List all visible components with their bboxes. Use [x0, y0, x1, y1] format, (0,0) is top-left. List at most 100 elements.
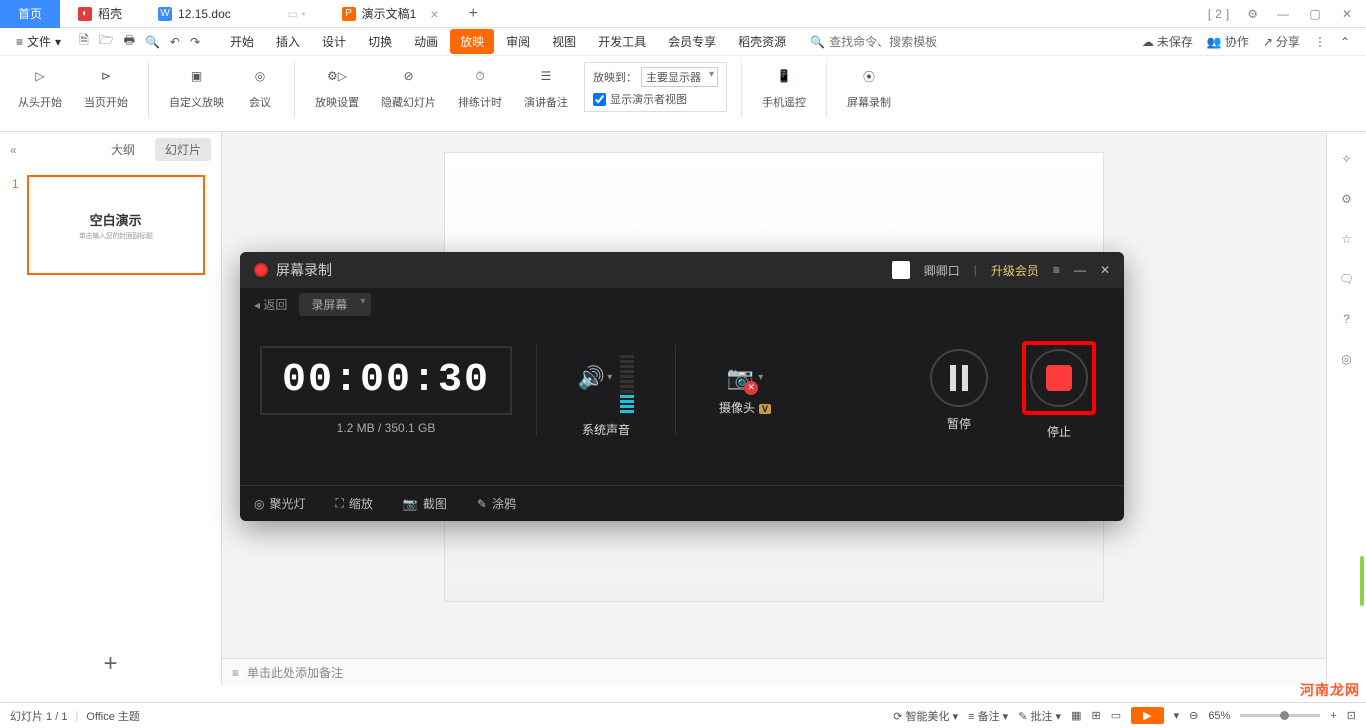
zoom-tool[interactable]: ⛶ 缩放 — [336, 495, 373, 512]
ribbon-speaker-notes[interactable]: ☰演讲备注 — [518, 62, 574, 110]
spotlight-tool[interactable]: ◎ 聚光灯 — [254, 495, 306, 512]
audio-meter — [620, 343, 634, 413]
redo-icon[interactable]: ↷ — [190, 35, 200, 49]
rec-minimize-icon[interactable]: — — [1074, 263, 1086, 277]
more-icon[interactable]: ⋮ — [1314, 35, 1326, 49]
ribbon-show-settings[interactable]: ⚙▷放映设置 — [309, 62, 365, 110]
ribbon-from-beginning[interactable]: ▷从头开始 — [12, 62, 68, 110]
ribbon-from-current[interactable]: ⊳当页开始 — [78, 62, 134, 110]
share-button[interactable]: ↗ 分享 — [1263, 33, 1300, 50]
undo-icon[interactable]: ↶ — [170, 35, 180, 49]
rec-close-icon[interactable]: ✕ — [1100, 263, 1110, 277]
stop-control[interactable]: 停止 — [1014, 341, 1104, 440]
stop-button[interactable] — [1030, 349, 1088, 407]
preview-icon[interactable]: 🔍 — [145, 35, 160, 49]
comments-toggle[interactable]: ✎ 批注 ▾ — [1018, 708, 1061, 724]
ribbon-screen-record[interactable]: ⦿屏幕录制 — [841, 62, 897, 110]
collapse-panel-icon[interactable]: « — [10, 143, 17, 157]
upgrade-link[interactable]: 升级会员 — [991, 262, 1039, 279]
slideshow-button[interactable]: ▶ — [1131, 707, 1163, 724]
command-search[interactable]: 🔍 — [810, 35, 939, 49]
rec-titlebar[interactable]: 屏幕录制 卿卿口 | 升级会员 ≡ — ✕ — [240, 252, 1124, 288]
rail-tool-5[interactable]: ? — [1343, 312, 1350, 326]
menu-right: ☁ 未保存 👥 协作 ↗ 分享 ⋮ ⌃ — [1142, 33, 1356, 50]
menu-tab-design[interactable]: 设计 — [312, 29, 356, 54]
fit-icon[interactable]: ⊡ — [1347, 709, 1356, 722]
beautify-button[interactable]: ⟳ 智能美化 ▾ — [893, 708, 958, 724]
record-mode-select[interactable]: 录屏幕 — [299, 293, 371, 316]
settings-icon[interactable]: ⚙ — [1243, 5, 1262, 23]
file-menu[interactable]: ≡ 文件 ▾ — [10, 31, 67, 52]
open-icon[interactable]: 🗁 — [99, 31, 114, 52]
menu-tab-show[interactable]: 放映 — [450, 29, 494, 54]
menu-tab-transition[interactable]: 切换 — [358, 29, 402, 54]
zoom-out-icon[interactable]: ⊖ — [1189, 709, 1198, 722]
menu-tab-view[interactable]: 视图 — [542, 29, 586, 54]
tab-outline[interactable]: 大纲 — [101, 138, 145, 161]
custom-show-icon: ▣ — [183, 62, 211, 90]
rail-tool-6[interactable]: ◎ — [1341, 352, 1351, 366]
app-icon-ppt: P — [342, 7, 356, 21]
display-select[interactable]: 主要显示器 — [641, 67, 718, 87]
avatar[interactable] — [892, 261, 910, 279]
audio-control[interactable]: 🔊▾ 系统声音 — [561, 343, 651, 438]
rail-tool-3[interactable]: ☆ — [1341, 232, 1352, 246]
ribbon-rehearse[interactable]: ⏱排练计时 — [452, 62, 508, 110]
rec-menu-icon[interactable]: ≡ — [1053, 263, 1060, 277]
add-slide-button[interactable]: + — [0, 650, 221, 678]
menu-tab-resources[interactable]: 稻壳资源 — [728, 29, 796, 54]
zoom-slider[interactable] — [1240, 714, 1320, 717]
tab-home[interactable]: 首页 — [0, 0, 60, 28]
unsaved-button[interactable]: ☁ 未保存 — [1142, 33, 1193, 50]
maximize-icon[interactable]: ▢ — [1304, 5, 1326, 23]
ribbon-hide-slide[interactable]: ⊘隐藏幻灯片 — [375, 62, 442, 110]
tab-add[interactable]: + — [457, 5, 490, 23]
collab-button[interactable]: 👥 协作 — [1207, 33, 1249, 50]
pause-control[interactable]: 暂停 — [914, 349, 1004, 432]
notes-toggle[interactable]: ≡ 备注 ▾ — [968, 708, 1008, 724]
camera-control[interactable]: 📷✕ ▾ 摄像头V — [700, 365, 790, 416]
menu-tab-insert[interactable]: 插入 — [266, 29, 310, 54]
timer-icon: ⏱ — [466, 62, 494, 90]
minimize-icon[interactable]: — — [1272, 5, 1294, 23]
tab-slides[interactable]: 幻灯片 — [155, 138, 211, 161]
tab-doc1[interactable]: ◐稻壳 — [60, 0, 140, 28]
menu-tab-start[interactable]: 开始 — [220, 29, 264, 54]
zoom-in-icon[interactable]: + — [1330, 710, 1336, 722]
rail-tool-2[interactable]: ⚙ — [1341, 192, 1352, 206]
ribbon-phone-remote[interactable]: 📱手机遥控 — [756, 62, 812, 110]
menu-tab-review[interactable]: 审阅 — [496, 29, 540, 54]
zoom-thumb[interactable] — [1280, 711, 1289, 720]
username[interactable]: 卿卿口 — [924, 262, 960, 279]
tab-doc3[interactable]: P演示文稿1× — [324, 0, 457, 28]
new-icon[interactable]: 🗎 — [79, 31, 89, 52]
view-reading-icon[interactable]: ▭ — [1111, 709, 1121, 722]
tab-doc2[interactable]: W12.15.doc▭ • — [140, 0, 324, 28]
menu-tab-animation[interactable]: 动画 — [404, 29, 448, 54]
close-icon[interactable]: × — [430, 6, 438, 22]
screenshot-tool[interactable]: 📷 截图 — [403, 495, 447, 512]
view-normal-icon[interactable]: ▦ — [1071, 709, 1081, 722]
play-from-start-icon: ▷ — [26, 62, 54, 90]
ribbon-meeting[interactable]: ◎会议 — [240, 62, 280, 110]
camera-icon: 📷✕ — [727, 365, 754, 391]
collapse-ribbon-icon[interactable]: ⌃ — [1340, 35, 1350, 49]
rail-tool-1[interactable]: ✧ — [1341, 152, 1351, 166]
pause-button[interactable] — [930, 349, 988, 407]
print-icon[interactable]: 🖶 — [124, 31, 135, 52]
close-window-icon[interactable]: ✕ — [1336, 5, 1358, 23]
search-input[interactable] — [829, 35, 939, 49]
draw-tool[interactable]: ✎ 涂鸦 — [477, 495, 516, 512]
back-button[interactable]: ◂ 返回 — [254, 296, 287, 313]
camera-off-icon: ✕ — [744, 381, 758, 395]
window-count-badge[interactable]: [2] — [1204, 5, 1233, 23]
ribbon-custom-show[interactable]: ▣自定义放映 — [163, 62, 230, 110]
menu-tab-devtools[interactable]: 开发工具 — [588, 29, 656, 54]
presenter-view-checkbox[interactable]: 显示演示者视图 — [593, 91, 718, 107]
notes-bar[interactable]: ≡ 单击此处添加备注 — [222, 658, 1326, 686]
rail-tool-4[interactable]: 🗨 — [1339, 272, 1354, 286]
view-sorter-icon[interactable]: ⊞ — [1091, 709, 1100, 722]
slideshow-dropdown[interactable]: ▾ — [1174, 709, 1180, 722]
menu-tab-vip[interactable]: 会员专享 — [658, 29, 726, 54]
slide-thumb-1[interactable]: 1 空白演示 单击输入您的封面副标题 — [12, 175, 209, 275]
